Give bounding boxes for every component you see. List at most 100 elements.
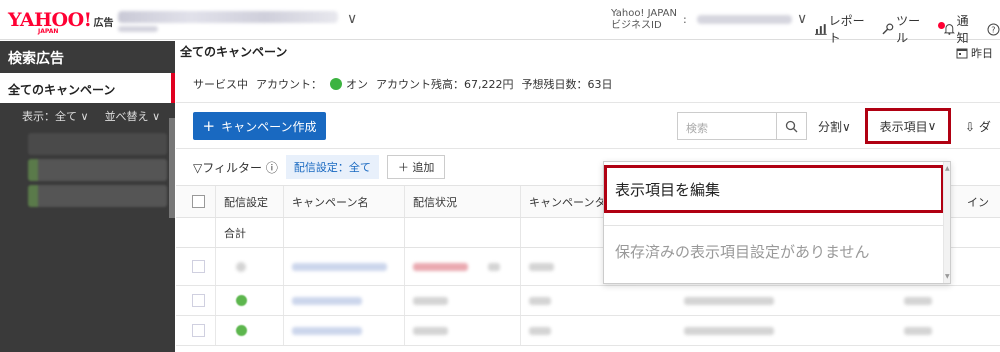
notification-badge (938, 21, 945, 29)
table-cell (676, 286, 796, 315)
column-header[interactable]: 配信状況 (405, 186, 521, 217)
business-id-label-line2: ビジネスID (611, 20, 662, 31)
display-items-button[interactable]: 表示項目 ∨ (865, 108, 951, 144)
account-state: オン (346, 78, 368, 91)
logo-suffix: 広告 (93, 18, 114, 29)
sidebar-item-all-campaigns[interactable]: 全てのキャンペーン (0, 73, 175, 103)
table-cell (676, 316, 796, 345)
select-all-cell (176, 186, 216, 217)
sidebar-sort-label: 並べ替え (104, 110, 149, 123)
account-label: アカウント： (256, 78, 322, 91)
account-id-redacted (118, 26, 158, 32)
redacted-text (684, 296, 774, 305)
business-id-chevron-down-icon[interactable]: ∨ (797, 11, 807, 27)
redacted-text (413, 326, 448, 335)
nav-report[interactable]: レポート (815, 12, 875, 46)
search-icon[interactable] (776, 113, 806, 139)
filter-bar: ▽フィルター ⓘ 配信設定：全て ＋ 追加 (193, 155, 446, 179)
filter-label: フィルター (202, 160, 262, 175)
download-button[interactable]: ⇩ ダ (965, 118, 991, 135)
create-campaign-button[interactable]: + キャンペーン作成 (193, 112, 326, 140)
period-selector[interactable]: 昨日 (956, 45, 993, 61)
sidebar-sort[interactable]: 並べ替え ∨ (105, 108, 161, 129)
sidebar-scrollbar[interactable] (169, 118, 175, 218)
funnel-icon: ▽ (193, 160, 203, 175)
nav-tool[interactable]: ツール (882, 12, 931, 46)
row-checkbox[interactable] (192, 294, 205, 307)
chevron-down-icon: ∨ (842, 120, 851, 134)
table-cell (176, 286, 216, 315)
account-status-dot (330, 78, 342, 90)
filter-chip[interactable]: 配信設定：全て (285, 155, 379, 179)
redacted-text (529, 262, 554, 271)
search-placeholder: 検索 (686, 122, 708, 135)
split-dropdown[interactable]: 分割∨ (818, 118, 851, 135)
yahoo-ads-logo[interactable]: YAHOO! 広告 JAPAN (8, 9, 114, 35)
edit-display-items-option[interactable]: 表示項目を編集 (604, 165, 944, 213)
redacted-text (529, 296, 551, 305)
campaign-name-redacted[interactable] (292, 262, 387, 271)
row-checkbox[interactable] (192, 324, 205, 337)
filter-button[interactable]: ▽フィルター ⓘ (193, 159, 278, 176)
nav-notice-label: 通知 (956, 14, 969, 45)
campaign-name-redacted[interactable] (292, 326, 362, 335)
table-cell (405, 218, 521, 247)
sidebar-campaign-item[interactable] (28, 185, 167, 207)
nav-notice[interactable]: 通知 (938, 12, 980, 46)
chevron-down-icon: ∨ (80, 110, 89, 123)
column-header[interactable]: キャンペーン名 (284, 186, 405, 217)
page-title: 全てのキャンペーン (180, 45, 288, 59)
no-saved-settings-message: 保存済みの表示項目設定がありません (615, 243, 870, 261)
account-status-bar: サービス中 アカウント： オン アカウント残高：67,222円 予想残日数：63… (193, 76, 613, 92)
table-cell (284, 286, 405, 315)
split-label: 分割 (818, 120, 843, 134)
download-icon: ⇩ (965, 120, 976, 134)
scroll-up-arrow-icon[interactable]: ▲ (945, 165, 950, 172)
table-cell (896, 286, 956, 315)
help-circle-icon[interactable]: ⓘ (266, 161, 278, 175)
select-all-checkbox[interactable] (192, 195, 205, 208)
account-balance: アカウント残高：67,222円 (376, 78, 514, 91)
sidebar-display-filter[interactable]: 表示：全て ∨ (22, 108, 89, 129)
table-cell (284, 316, 405, 345)
campaign-name-redacted[interactable] (292, 296, 362, 305)
table-cell (284, 218, 405, 247)
chevron-down-icon: ∨ (152, 110, 161, 123)
table-cell (405, 316, 521, 345)
sidebar-campaign-item[interactable] (28, 159, 167, 181)
column-header[interactable]: イン (959, 186, 1000, 217)
table-row[interactable] (176, 286, 1000, 316)
add-filter-button[interactable]: ＋ 追加 (386, 155, 446, 179)
plus-icon: + (202, 117, 216, 135)
divider (176, 102, 1000, 103)
help-icon[interactable]: ? (987, 12, 1000, 46)
menu-scrollbar[interactable]: ▲ ▼ (943, 162, 950, 283)
sidebar-campaign-item[interactable] (28, 133, 167, 155)
table-row[interactable] (176, 316, 1000, 346)
create-campaign-label: キャンペーン作成 (221, 119, 317, 134)
download-label: ダ (978, 120, 991, 134)
table-cell (405, 286, 521, 315)
account-chevron-down-icon[interactable]: ∨ (347, 11, 357, 27)
column-header[interactable]: 配信設定 (216, 186, 284, 217)
business-id-label: Yahoo! JAPAN ビジネスID (611, 8, 677, 32)
report-chart-icon (815, 24, 827, 35)
plus-icon: ＋ (397, 161, 409, 174)
sidebar-controls: 表示：全て ∨ 並べ替え ∨ (0, 103, 175, 129)
add-filter-label: 追加 (412, 161, 435, 174)
chevron-down-icon: ∨ (927, 119, 937, 133)
scroll-down-arrow-icon[interactable]: ▼ (945, 273, 950, 280)
calendar-icon (956, 48, 968, 59)
account-name-redacted[interactable] (118, 11, 338, 23)
redacted-text (488, 262, 500, 271)
redacted-text (904, 326, 932, 335)
business-id-label-line1: Yahoo! JAPAN (611, 8, 677, 19)
redacted-text (413, 296, 448, 305)
row-checkbox[interactable] (192, 260, 205, 273)
table-cell (216, 248, 284, 285)
top-nav: レポート ツール 通知 ? (815, 12, 1000, 46)
search-input[interactable]: 検索 (677, 112, 807, 140)
total-label: 合計 (216, 218, 284, 247)
nav-report-label: レポート (828, 14, 865, 45)
table-cell (405, 248, 521, 285)
